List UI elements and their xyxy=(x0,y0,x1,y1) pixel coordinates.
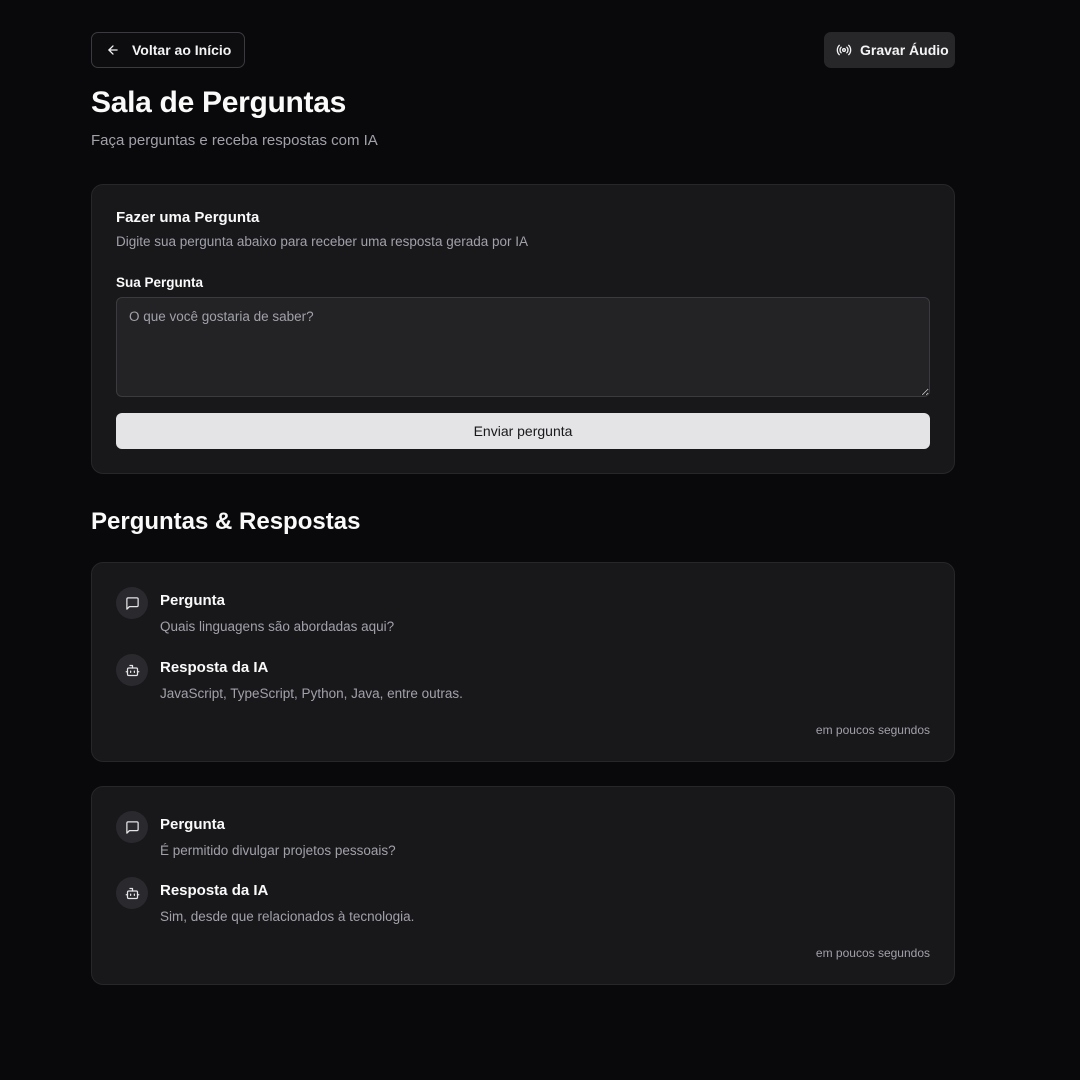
question-textarea[interactable] xyxy=(116,297,930,397)
question-heading: Pergunta xyxy=(160,816,226,833)
question-text: É permitido divulgar projetos pessoais? xyxy=(160,843,396,858)
page-subtitle: Faça perguntas e receba respostas com IA xyxy=(91,132,378,149)
timestamp: em poucos segundos xyxy=(815,723,930,737)
record-audio-label: Gravar Áudio xyxy=(860,42,949,58)
page: Voltar ao Início Gravar Áudio Sala de Pe… xyxy=(0,0,1080,1080)
answer-text: Sim, desde que relacionados à tecnologia… xyxy=(160,909,415,924)
form-title: Fazer uma Pergunta xyxy=(116,209,260,226)
page-title: Sala de Perguntas xyxy=(91,86,346,119)
qa-card: Pergunta Quais linguagens são abordadas … xyxy=(91,562,955,762)
answer-text: JavaScript, TypeScript, Python, Java, en… xyxy=(160,686,463,701)
answer-heading: Resposta da IA xyxy=(160,659,269,676)
submit-question-button[interactable]: Enviar pergunta xyxy=(116,413,930,449)
question-heading: Pergunta xyxy=(160,592,226,609)
bot-icon xyxy=(116,654,148,686)
question-form-card: Fazer uma Pergunta Digite sua pergunta a… xyxy=(91,184,955,474)
message-square-icon xyxy=(116,587,148,619)
qa-card: Pergunta É permitido divulgar projetos p… xyxy=(91,786,955,985)
question-text: Quais linguagens são abordadas aqui? xyxy=(160,619,395,634)
message-square-icon xyxy=(116,811,148,843)
record-audio-button[interactable]: Gravar Áudio xyxy=(824,32,955,68)
question-field-label: Sua Pergunta xyxy=(116,275,204,290)
timestamp: em poucos segundos xyxy=(815,946,930,960)
answer-heading: Resposta da IA xyxy=(160,882,269,899)
back-button[interactable]: Voltar ao Início xyxy=(91,32,245,68)
arrow-left-icon xyxy=(106,43,120,57)
back-button-label: Voltar ao Início xyxy=(132,42,232,58)
bot-icon xyxy=(116,877,148,909)
radio-icon xyxy=(836,42,852,58)
form-description: Digite sua pergunta abaixo para receber … xyxy=(116,234,529,249)
qa-section-title: Perguntas & Respostas xyxy=(91,508,361,535)
